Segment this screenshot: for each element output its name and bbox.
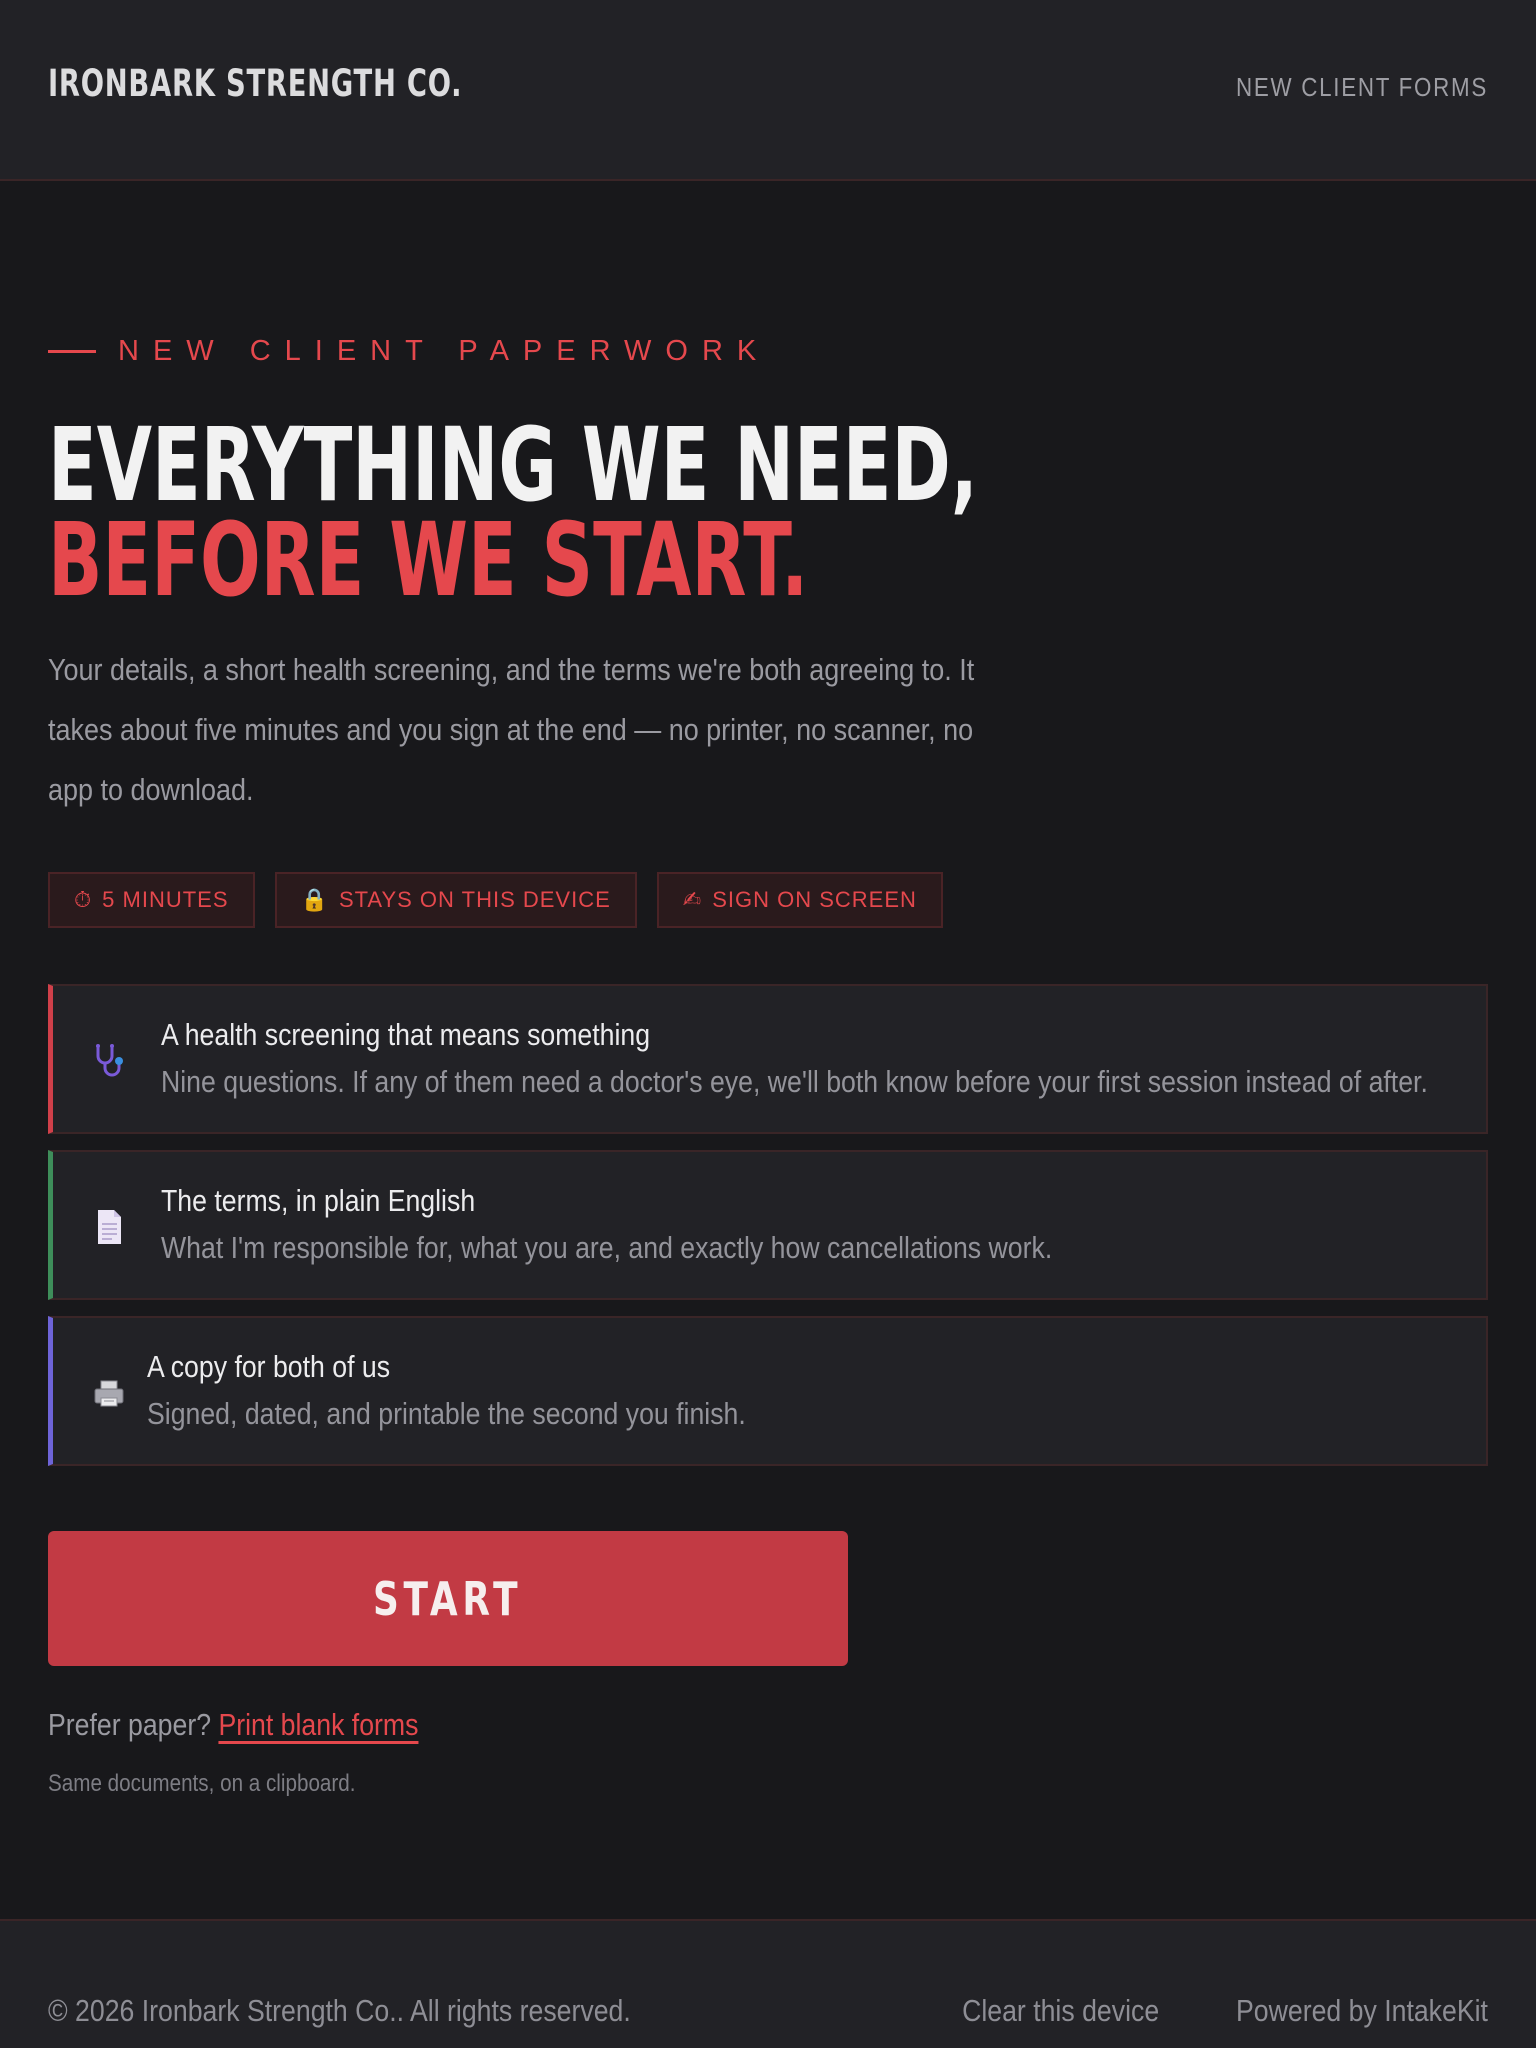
pill-label: 5 MINUTES	[102, 887, 229, 912]
copyright-text: © 2026 Ironbark Strength Co.. All rights…	[48, 1993, 631, 2028]
start-button-label: START	[373, 1571, 523, 1626]
feature-description: What I'm responsible for, what you are, …	[161, 1230, 1053, 1265]
pill-signature: ✍ SIGN ON SCREEN	[656, 872, 943, 928]
stopwatch-icon: ⏱	[74, 887, 93, 912]
powered-by-link[interactable]: Powered by IntakeKit	[1236, 1993, 1488, 2029]
eyebrow: NEW CLIENT PAPERWORK	[48, 333, 770, 369]
feature-card-health: A health screening that means something …	[48, 984, 1488, 1134]
pill-duration: ⏱ 5 MINUTES	[48, 872, 255, 928]
feature-title: The terms, in plain English	[161, 1183, 476, 1218]
paper-prefix: Prefer paper?	[48, 1707, 212, 1742]
print-blank-forms-link[interactable]: Print blank forms	[218, 1707, 418, 1742]
feature-card-copy: A copy for both of us Signed, dated, and…	[48, 1316, 1488, 1466]
eyebrow-rule	[48, 349, 96, 353]
feature-description: Signed, dated, and printable the second …	[147, 1396, 746, 1431]
pill-privacy: 🔒 STAYS ON THIS DEVICE	[274, 872, 637, 928]
feature-title: A copy for both of us	[147, 1349, 391, 1384]
footer-links: Clear this device Powered by IntakeKit	[894, 1993, 1488, 2029]
top-bar: IRONBARK STRENGTH CO. NEW CLIENT FORMS	[0, 0, 1536, 181]
writing-hand-icon: ✍	[682, 887, 703, 912]
info-pills: ⏱ 5 MINUTES 🔒 STAYS ON THIS DEVICE ✍ SIG…	[48, 872, 963, 928]
paper-subtext: Same documents, on a clipboard.	[48, 1770, 356, 1797]
pill-label: SIGN ON SCREEN	[712, 887, 917, 912]
footer: © 2026 Ironbark Strength Co.. All rights…	[0, 1919, 1536, 2048]
clear-device-link[interactable]: Clear this device	[962, 1993, 1159, 2029]
stethoscope-icon	[89, 1041, 129, 1081]
intro-paragraph: Your details, a short health screening, …	[48, 652, 975, 807]
page-title-line-2: BEFORE WE START.	[48, 501, 809, 620]
feature-card-terms: The terms, in plain English What I'm res…	[48, 1150, 1488, 1300]
lock-icon: 🔒	[300, 887, 329, 912]
start-button[interactable]: START	[48, 1531, 848, 1666]
feature-title: A health screening that means something	[161, 1017, 651, 1052]
feature-description: Nine questions. If any of them need a do…	[161, 1064, 1428, 1099]
printer-icon	[89, 1373, 129, 1413]
document-icon	[89, 1207, 129, 1247]
paper-option: Prefer paper? Print blank forms	[48, 1707, 418, 1743]
pill-label: STAYS ON THIS DEVICE	[338, 887, 611, 912]
new-client-forms-link[interactable]: NEW CLIENT FORMS	[1236, 72, 1488, 103]
brand-name: IRONBARK STRENGTH CO.	[48, 62, 463, 105]
eyebrow-text: NEW CLIENT PAPERWORK	[118, 334, 771, 367]
